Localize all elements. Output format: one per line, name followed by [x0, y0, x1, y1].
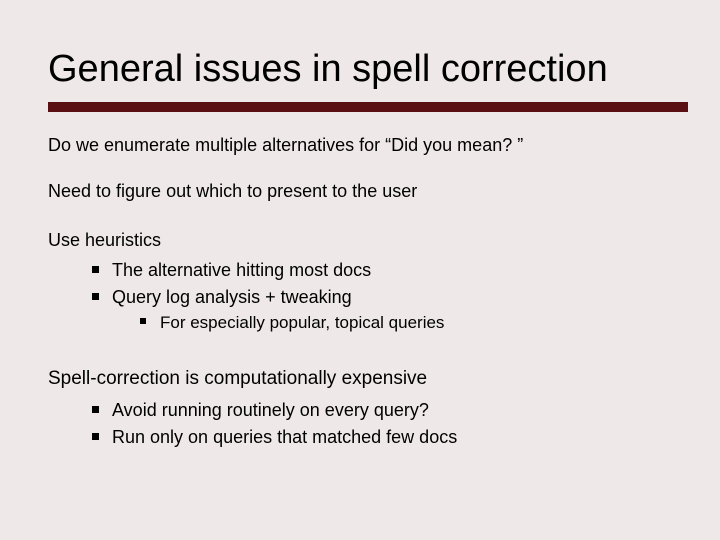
paragraph-figure-out: Need to figure out which to present to t… [48, 180, 680, 203]
title-underline [48, 102, 688, 112]
list-item: The alternative hitting most docs [48, 259, 680, 282]
bullet-text: For especially popular, topical queries [160, 313, 444, 332]
heuristics-sublist: For especially popular, topical queries [112, 312, 680, 333]
bullet-text: The alternative hitting most docs [112, 260, 371, 280]
spacer [48, 339, 680, 367]
list-item: Run only on queries that matched few doc… [48, 426, 680, 449]
paragraph-expensive: Spell-correction is computationally expe… [48, 367, 680, 391]
list-item: Query log analysis + tweaking For especi… [48, 286, 680, 334]
list-item: For especially popular, topical queries [112, 312, 680, 333]
cost-list: Avoid running routinely on every query? … [48, 399, 680, 448]
paragraph-heuristics: Use heuristics [48, 229, 680, 252]
bullet-text: Avoid running routinely on every query? [112, 400, 429, 420]
bullet-text: Run only on queries that matched few doc… [112, 427, 457, 447]
list-item: Avoid running routinely on every query? [48, 399, 680, 422]
slide-body: Do we enumerate multiple alternatives fo… [48, 134, 680, 449]
bullet-text: Query log analysis + tweaking [112, 287, 352, 307]
paragraph-enumerate: Do we enumerate multiple alternatives fo… [48, 134, 680, 157]
slide-title: General issues in spell correction [48, 48, 680, 92]
heuristics-list: The alternative hitting most docs Query … [48, 259, 680, 333]
slide: General issues in spell correction Do we… [0, 0, 720, 540]
